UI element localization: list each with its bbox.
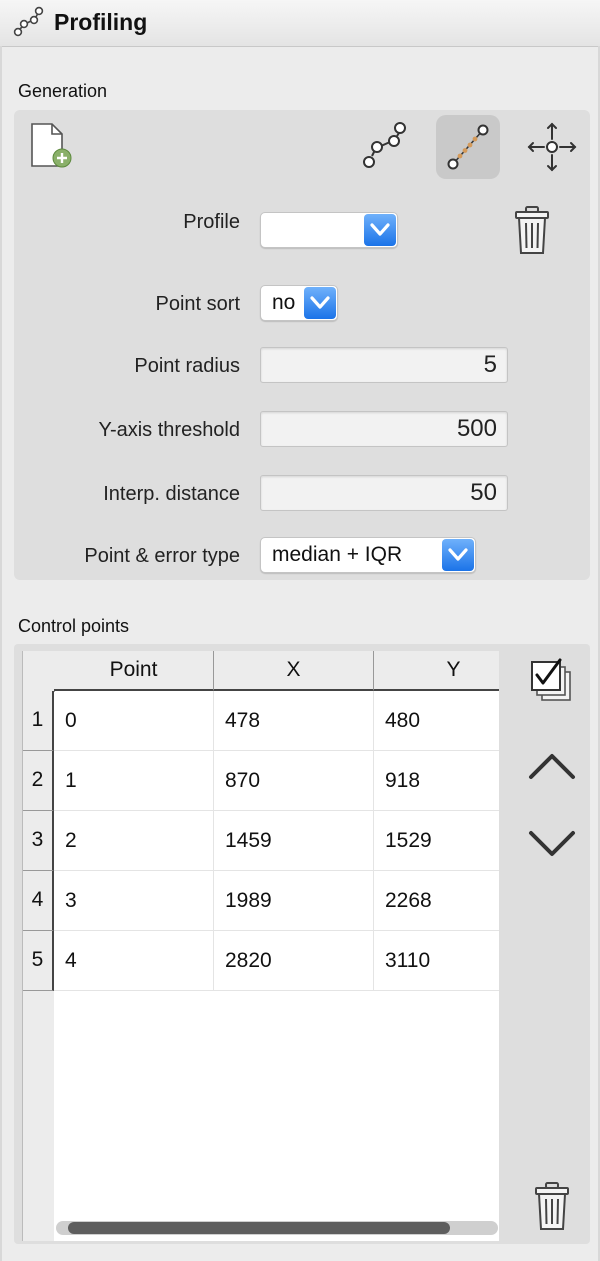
move-down-icon[interactable] bbox=[528, 828, 576, 860]
select-all-icon[interactable] bbox=[530, 658, 574, 704]
table-cell-point[interactable]: 1 bbox=[54, 751, 214, 811]
scrollbar-thumb[interactable] bbox=[68, 1222, 450, 1234]
left-edge bbox=[0, 46, 2, 1261]
profile-select[interactable] bbox=[260, 212, 398, 248]
table-cell-y[interactable]: 1529 bbox=[374, 811, 499, 871]
table-corner[interactable] bbox=[23, 651, 55, 692]
point-sort-select[interactable]: no bbox=[260, 285, 338, 321]
point-error-type-select[interactable]: median + IQR bbox=[260, 537, 476, 573]
y-axis-threshold-field[interactable]: 500 bbox=[260, 411, 508, 447]
row-header[interactable]: 3 bbox=[23, 811, 54, 871]
table-cell-y[interactable]: 918 bbox=[374, 751, 499, 811]
y-axis-threshold-label: Y-axis threshold bbox=[98, 419, 240, 441]
profile-line-icon[interactable] bbox=[360, 122, 410, 172]
table-cell-x[interactable]: 1989 bbox=[214, 871, 374, 931]
generation-label: Generation bbox=[18, 81, 108, 101]
row-header[interactable]: 5 bbox=[23, 931, 54, 991]
delete-points-icon[interactable] bbox=[534, 1181, 570, 1233]
delete-profile-icon[interactable] bbox=[514, 205, 550, 257]
interp-distance-label: Interp. distance bbox=[103, 483, 240, 505]
chevron-down-icon bbox=[304, 287, 336, 319]
point-error-type-value: median + IQR bbox=[272, 543, 403, 566]
profile-spline-button[interactable] bbox=[436, 115, 500, 179]
chevron-down-icon bbox=[442, 539, 474, 571]
table-cell-x[interactable]: 478 bbox=[214, 691, 374, 751]
title-bar: Profiling bbox=[0, 0, 600, 47]
horizontal-scrollbar[interactable] bbox=[56, 1221, 498, 1235]
profiling-icon bbox=[13, 6, 44, 37]
move-up-icon[interactable] bbox=[528, 750, 576, 782]
point-sort-value: no bbox=[272, 291, 296, 314]
panel-title: Profiling bbox=[54, 9, 148, 35]
table-cell-y[interactable]: 480 bbox=[374, 691, 499, 751]
point-error-type-label: Point & error type bbox=[84, 545, 240, 567]
column-header-point[interactable]: Point bbox=[54, 651, 214, 691]
table-cell-point[interactable]: 2 bbox=[54, 811, 214, 871]
table-cell-y[interactable]: 3110 bbox=[374, 931, 499, 991]
profile-label: Profile bbox=[183, 211, 240, 233]
row-header[interactable]: 1 bbox=[23, 691, 54, 751]
table-cell-point[interactable]: 3 bbox=[54, 871, 214, 931]
row-header[interactable]: 2 bbox=[23, 751, 54, 811]
control-points-table[interactable]: Point X Y 1 0 478 480 2 1 870 918 3 2 14… bbox=[22, 651, 499, 1241]
table-cell-x[interactable]: 2820 bbox=[214, 931, 374, 991]
move-icon[interactable] bbox=[527, 122, 577, 172]
table-cell-y[interactable]: 2268 bbox=[374, 871, 499, 931]
profile-spline-icon bbox=[447, 124, 489, 170]
point-sort-label: Point sort bbox=[155, 293, 240, 315]
row-header[interactable]: 4 bbox=[23, 871, 54, 931]
table-cell-x[interactable]: 1459 bbox=[214, 811, 374, 871]
control-points-label: Control points bbox=[18, 616, 130, 636]
chevron-down-icon bbox=[364, 214, 396, 246]
table-cell-x[interactable]: 870 bbox=[214, 751, 374, 811]
table-cell-point[interactable]: 0 bbox=[54, 691, 214, 751]
column-header-y[interactable]: Y bbox=[374, 651, 499, 691]
table-cell-point[interactable]: 4 bbox=[54, 931, 214, 991]
interp-distance-field[interactable]: 50 bbox=[260, 475, 508, 511]
point-radius-label: Point radius bbox=[134, 355, 240, 377]
new-profile-icon[interactable] bbox=[28, 122, 76, 170]
point-radius-field[interactable]: 5 bbox=[260, 347, 508, 383]
column-header-x[interactable]: X bbox=[214, 651, 374, 691]
